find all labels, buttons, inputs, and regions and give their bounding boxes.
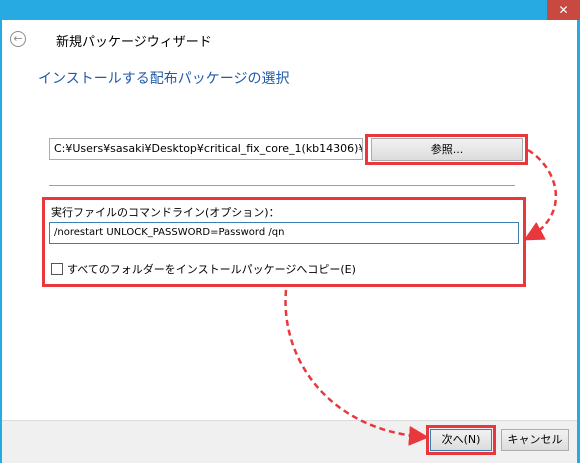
copy-all-folders-label: すべてのフォルダーをインストールパッケージへコピー(E) xyxy=(67,263,356,276)
next-highlight-box xyxy=(426,425,496,455)
browse-highlight-box xyxy=(365,134,528,165)
back-arrow-icon[interactable]: ← xyxy=(10,31,26,47)
command-line-input[interactable]: /norestart UNLOCK_PASSWORD=Password /qn xyxy=(49,222,519,244)
package-path-field[interactable]: C:¥Users¥sasaki¥Desktop¥critical_fix_cor… xyxy=(49,138,363,160)
wizard-header: ← 新規パッケージウィザード xyxy=(2,20,577,58)
command-line-label: 実行ファイルのコマンドライン(オプション)： xyxy=(51,206,280,219)
window-title: 新規パッケージウィザード xyxy=(56,35,212,50)
copy-all-folders-checkbox[interactable] xyxy=(51,263,63,275)
cancel-button[interactable]: キャンセル xyxy=(501,429,569,451)
wizard-content: インストールする配布パッケージの選択 C:¥Users¥sasaki¥Deskt… xyxy=(2,58,577,420)
divider xyxy=(49,185,515,186)
page-heading: インストールする配布パッケージの選択 xyxy=(38,71,290,87)
close-button[interactable]: ✕ xyxy=(547,0,580,20)
